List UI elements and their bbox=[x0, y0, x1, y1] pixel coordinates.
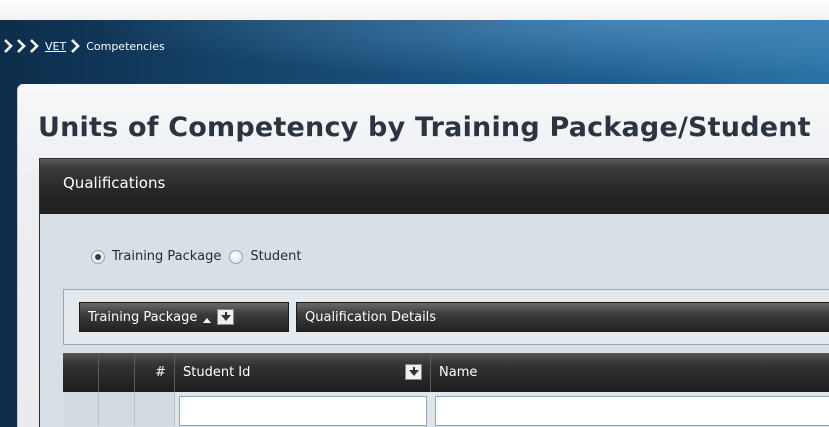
group-chip-label: Qualification Details bbox=[305, 309, 437, 325]
top-strip bbox=[0, 0, 829, 20]
panel-header: Qualifications bbox=[40, 159, 829, 214]
column-header-number[interactable]: # bbox=[135, 353, 175, 392]
group-chip-training-package[interactable]: Training Package bbox=[79, 302, 289, 332]
group-chip-qualification-details[interactable]: Qualification Details bbox=[296, 302, 829, 332]
grid-header: # Student Id Name bbox=[63, 353, 829, 392]
grid-filter-row bbox=[63, 392, 829, 426]
grid-header-indicator-1 bbox=[63, 353, 99, 392]
dropdown-arrow-icon[interactable] bbox=[217, 309, 235, 325]
chevron-right-icon bbox=[17, 39, 26, 53]
view-mode-radio-group: Training Package Student bbox=[91, 249, 310, 264]
sort-ascending-icon[interactable] bbox=[203, 317, 212, 323]
group-chip-label: Training Package bbox=[88, 309, 198, 325]
breadcrumb: VET Competencies bbox=[4, 37, 165, 55]
panel-title: Qualifications bbox=[63, 174, 166, 192]
breadcrumb-current: Competencies bbox=[86, 39, 165, 53]
breadcrumb-link-vet[interactable]: VET bbox=[45, 40, 66, 53]
dropdown-arrow-icon[interactable] bbox=[405, 364, 422, 380]
radio-label-training-package: Training Package bbox=[112, 249, 222, 264]
radio-student[interactable] bbox=[229, 249, 244, 264]
grouping-bar: Training Package Qualification Details bbox=[63, 289, 829, 345]
filter-cell-indicator-2 bbox=[99, 392, 135, 426]
radio-training-package[interactable] bbox=[91, 249, 105, 264]
column-header-name[interactable]: Name bbox=[431, 353, 829, 392]
grid-header-indicator-2 bbox=[99, 353, 135, 392]
page-title: Units of Competency by Training Package/… bbox=[38, 112, 811, 143]
name-filter-input[interactable] bbox=[435, 396, 829, 426]
chevron-right-icon bbox=[4, 39, 13, 53]
student-id-filter-input[interactable] bbox=[179, 396, 427, 426]
filter-cell-number bbox=[135, 392, 175, 426]
chevron-right-icon bbox=[30, 39, 39, 53]
chevron-right-icon bbox=[71, 39, 81, 53]
header-glow bbox=[0, 20, 829, 90]
column-header-label: Student Id bbox=[183, 365, 251, 380]
filter-cell-indicator-1 bbox=[63, 392, 99, 426]
column-header-student-id[interactable]: Student Id bbox=[175, 353, 431, 392]
radio-label-student: Student bbox=[250, 249, 302, 264]
